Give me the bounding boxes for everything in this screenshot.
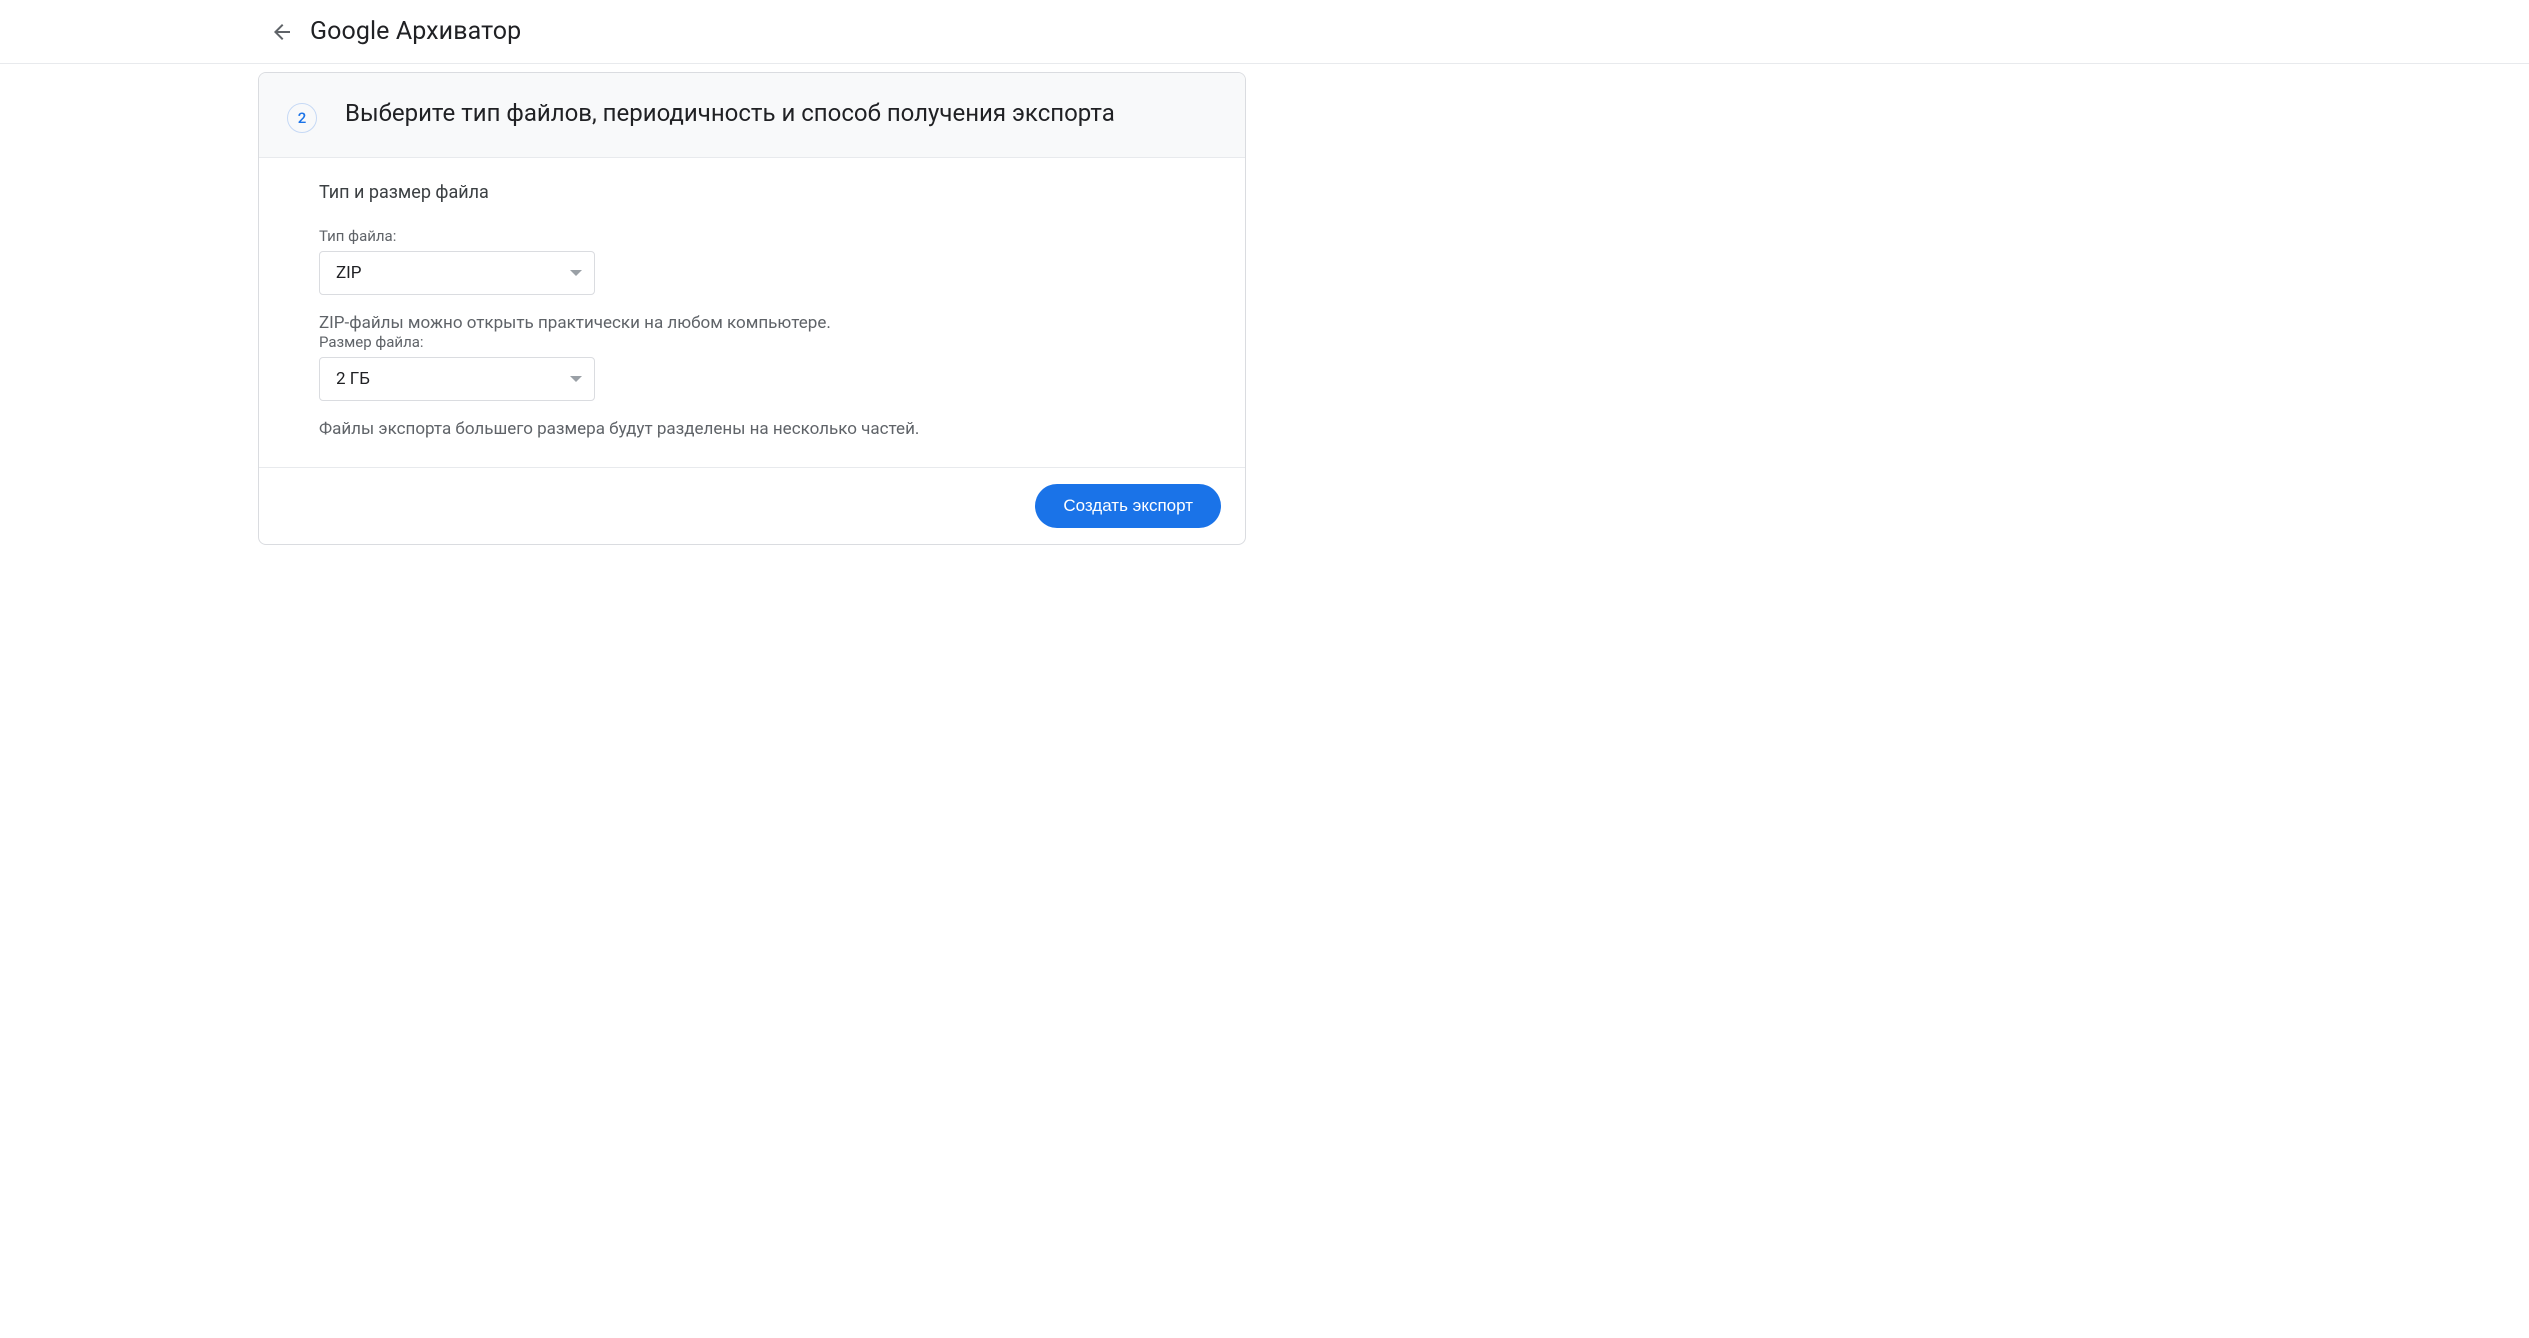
file-type-label: Тип файла: <box>319 227 1185 245</box>
file-size-helper: Файлы экспорта большего размера будут ра… <box>319 419 1185 439</box>
file-size-label: Размер файла: <box>319 333 1185 351</box>
step-title: Выберите тип файлов, периодичность и спо… <box>345 97 1115 129</box>
step-header: 2 Выберите тип файлов, периодичность и с… <box>259 73 1245 158</box>
file-type-field: Тип файла: ZIP ZIP-файлы можно открыть п… <box>319 227 1185 333</box>
file-size-field: Размер файла: 2 ГБ Файлы экспорта больше… <box>319 333 1185 439</box>
step-body: Тип и размер файла Тип файла: ZIP ZIP-фа… <box>259 158 1245 467</box>
app-title: Google Архиватор <box>310 17 521 46</box>
page: 2 Выберите тип файлов, периодичность и с… <box>0 64 2529 585</box>
chevron-down-icon <box>570 270 582 276</box>
file-type-value: ZIP <box>336 263 362 283</box>
card-footer: Создать экспорт <box>259 467 1245 544</box>
step-card: 2 Выберите тип файлов, периодичность и с… <box>258 72 1246 545</box>
file-size-value: 2 ГБ <box>336 369 370 389</box>
chevron-down-icon <box>570 376 582 382</box>
topbar: Google Архиватор <box>0 0 2529 64</box>
back-button[interactable] <box>258 8 306 56</box>
file-size-select[interactable]: 2 ГБ <box>319 357 595 401</box>
section-title: Тип и размер файла <box>319 182 1185 203</box>
step-number-badge: 2 <box>287 103 317 133</box>
arrow-back-icon <box>270 20 294 44</box>
file-type-select[interactable]: ZIP <box>319 251 595 295</box>
file-type-helper: ZIP-файлы можно открыть практически на л… <box>319 313 1185 333</box>
create-export-button[interactable]: Создать экспорт <box>1035 484 1221 528</box>
